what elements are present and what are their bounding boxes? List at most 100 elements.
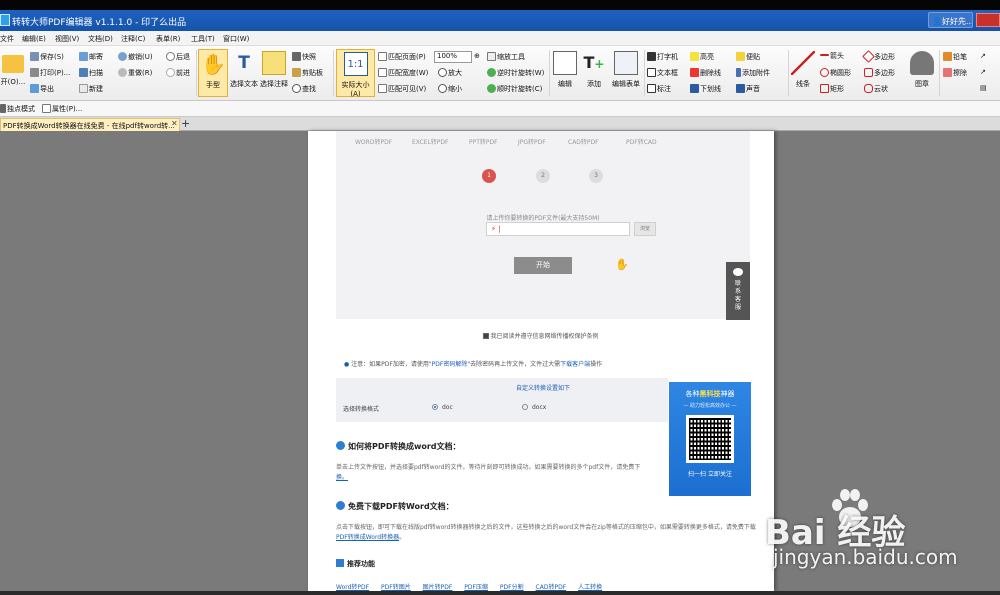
snapshot-button[interactable]: 快照: [292, 52, 316, 62]
start-button[interactable]: 开始: [514, 257, 572, 274]
edit-form-button[interactable]: 编辑表单: [610, 49, 642, 97]
menu-view[interactable]: 视图(V): [55, 34, 79, 44]
edit-button[interactable]: 编辑: [551, 49, 579, 97]
arrow-icon: [820, 54, 829, 56]
rotate-ccw-button[interactable]: 逆时针旋转(W): [487, 68, 544, 78]
user-account-button[interactable]: 👤好好先...: [928, 12, 973, 28]
hand-tool-button[interactable]: ✋ 手型: [198, 49, 228, 97]
more-tool-icon[interactable]: ▤: [980, 84, 987, 93]
more-tool-icon[interactable]: ↗: [980, 68, 986, 77]
agreement-row: 我已阅读并遵守信息网络传播权保护条例: [308, 331, 774, 340]
fit-width-button[interactable]: 匹配宽度(W): [378, 68, 428, 78]
zoom-tool-button[interactable]: 缩放工具: [487, 52, 525, 62]
sound-button[interactable]: 声音: [736, 84, 760, 94]
download-client-link[interactable]: 下载客户端: [560, 361, 590, 368]
textbox-button[interactable]: 文本框: [647, 68, 678, 78]
tab-ppt-to-pdf[interactable]: PPT转PDF: [469, 137, 498, 146]
strikeout-button[interactable]: 删除线: [690, 68, 721, 78]
radio-docx[interactable]: docx: [522, 404, 546, 411]
rec-link-cad-to-pdf[interactable]: CAD转PDF: [536, 584, 567, 591]
menu-file[interactable]: 文件: [0, 34, 14, 44]
note-button[interactable]: 便贴: [736, 52, 760, 62]
agree-checkbox[interactable]: [483, 333, 490, 339]
underline-button[interactable]: 下划线: [690, 84, 721, 94]
find-button[interactable]: 查找: [292, 84, 316, 94]
select-text-button[interactable]: T 选择文本: [229, 49, 259, 97]
scan-icon: [79, 68, 88, 77]
single-mode-button[interactable]: 独点模式: [0, 104, 35, 114]
rec-link-pdf-split[interactable]: PDF分割: [500, 584, 524, 591]
rec-link-pdf-to-image[interactable]: PDF转图片: [381, 584, 411, 591]
polyline-button[interactable]: 多边形: [864, 68, 895, 78]
menu-bar: 文件 编辑(E) 视图(V) 文档(D) 注释(C) 表单(R) 工具(T) 窗…: [0, 31, 1000, 46]
stamp-button[interactable]: 图章: [908, 49, 936, 97]
menu-document[interactable]: 文档(D): [88, 34, 113, 44]
add-button[interactable]: T+ 添加: [580, 49, 608, 97]
close-window-button[interactable]: [976, 13, 1000, 27]
pen-icon: [336, 501, 345, 510]
redo-button[interactable]: 重做(R): [118, 68, 152, 78]
menu-window[interactable]: 窗口(W): [223, 34, 249, 44]
ellipse-button[interactable]: 椭圆形: [820, 68, 851, 78]
actual-size-button[interactable]: 1:1 实际大小(A): [336, 49, 375, 98]
new-tab-button[interactable]: +: [181, 117, 190, 130]
select-annotation-button[interactable]: 选择注释: [259, 49, 289, 97]
fit-visible-button[interactable]: 匹配可见(V): [378, 84, 426, 94]
zoom-in-button[interactable]: 放大: [438, 68, 462, 78]
open-button[interactable]: 开(O)...: [0, 49, 26, 97]
line-button[interactable]: 线条: [790, 49, 816, 97]
close-tab-icon[interactable]: ✕: [171, 119, 178, 128]
zoom-select[interactable]: 100%: [434, 51, 472, 63]
rotate-cw-button[interactable]: 顺时针旋转(C): [487, 84, 542, 94]
browse-button[interactable]: 浏览: [634, 222, 656, 236]
arrow-button[interactable]: 箭头: [820, 52, 844, 61]
document-tab[interactable]: PDF转换成Word转换器在线免费 - 在线pdf转word转...: [0, 118, 180, 131]
contact-service-button[interactable]: 联系客服: [726, 262, 750, 320]
polygon-button[interactable]: 多边形: [862, 50, 895, 63]
export-button[interactable]: 导出: [30, 84, 54, 94]
pencil-button[interactable]: 铅笔: [943, 52, 967, 62]
menu-comment[interactable]: 注释(C): [121, 34, 145, 44]
callout-button[interactable]: 标注: [647, 84, 671, 94]
tab-pdf-to-cad[interactable]: PDF转CAD: [626, 137, 657, 146]
menu-form[interactable]: 表单(R): [156, 34, 180, 44]
rec-link-manual[interactable]: 人工转换: [578, 584, 602, 591]
text-cursor-icon: T: [238, 53, 250, 73]
menu-edit[interactable]: 编辑(E): [22, 34, 46, 44]
pdf-unlock-link[interactable]: "PDF密码解除": [429, 361, 470, 368]
radio-doc[interactable]: doc: [432, 404, 453, 411]
new-button[interactable]: 新建: [79, 84, 103, 94]
highlight-button[interactable]: 高亮: [690, 52, 714, 62]
rec-link-image-to-pdf[interactable]: 图片转PDF: [423, 584, 453, 591]
rec-link-pdf-compress[interactable]: PDF压缩: [464, 584, 488, 591]
tab-jpg-to-pdf[interactable]: JPG转PDF: [518, 137, 546, 146]
forward-button[interactable]: 前进: [166, 68, 190, 78]
attach-file-button[interactable]: 添加附件: [736, 68, 770, 78]
mail-button[interactable]: 邮寄: [79, 52, 103, 62]
howto-link[interactable]: 换。: [336, 474, 348, 481]
back-button[interactable]: 后退: [166, 52, 190, 62]
fit-page-button[interactable]: 匹配页面(P): [378, 52, 426, 62]
qr-promo-card[interactable]: 各种黑科技神器 — 助力轻松高效办公 — 扫一扫 立即关注: [669, 382, 751, 496]
print-button[interactable]: 打印(P)...: [30, 68, 70, 78]
tab-cad-to-pdf[interactable]: CAD转PDF: [568, 137, 599, 146]
eraser-button[interactable]: 擦除: [943, 68, 967, 78]
save-button[interactable]: 保存(S): [30, 52, 64, 62]
typewriter-button[interactable]: 打字机: [647, 52, 678, 62]
file-path-input[interactable]: ⚡ |: [486, 222, 630, 236]
polygon-icon: [862, 50, 875, 63]
rec-link-word-to-pdf[interactable]: Word转PDF: [336, 584, 369, 591]
undo-button[interactable]: 撤销(U): [118, 52, 153, 62]
zoom-dropdown-icon[interactable]: ⊕: [474, 52, 480, 61]
menu-tools[interactable]: 工具(T): [191, 34, 215, 44]
rectangle-button[interactable]: 矩形: [820, 84, 844, 94]
converter-download-link[interactable]: PDF转换成Word转换器: [336, 534, 399, 541]
more-tool-icon[interactable]: ↗: [980, 52, 986, 61]
zoom-out-button[interactable]: 缩小: [438, 84, 462, 94]
tab-word-to-pdf[interactable]: WORD转PDF: [355, 137, 392, 146]
clipboard-button[interactable]: 剪贴板: [292, 68, 323, 78]
tab-excel-to-pdf[interactable]: EXCEL转PDF: [412, 137, 448, 146]
scan-button[interactable]: 扫描: [79, 68, 103, 78]
cloud-button[interactable]: 云状: [864, 84, 888, 94]
properties-button[interactable]: 属性(P)...: [42, 104, 82, 114]
